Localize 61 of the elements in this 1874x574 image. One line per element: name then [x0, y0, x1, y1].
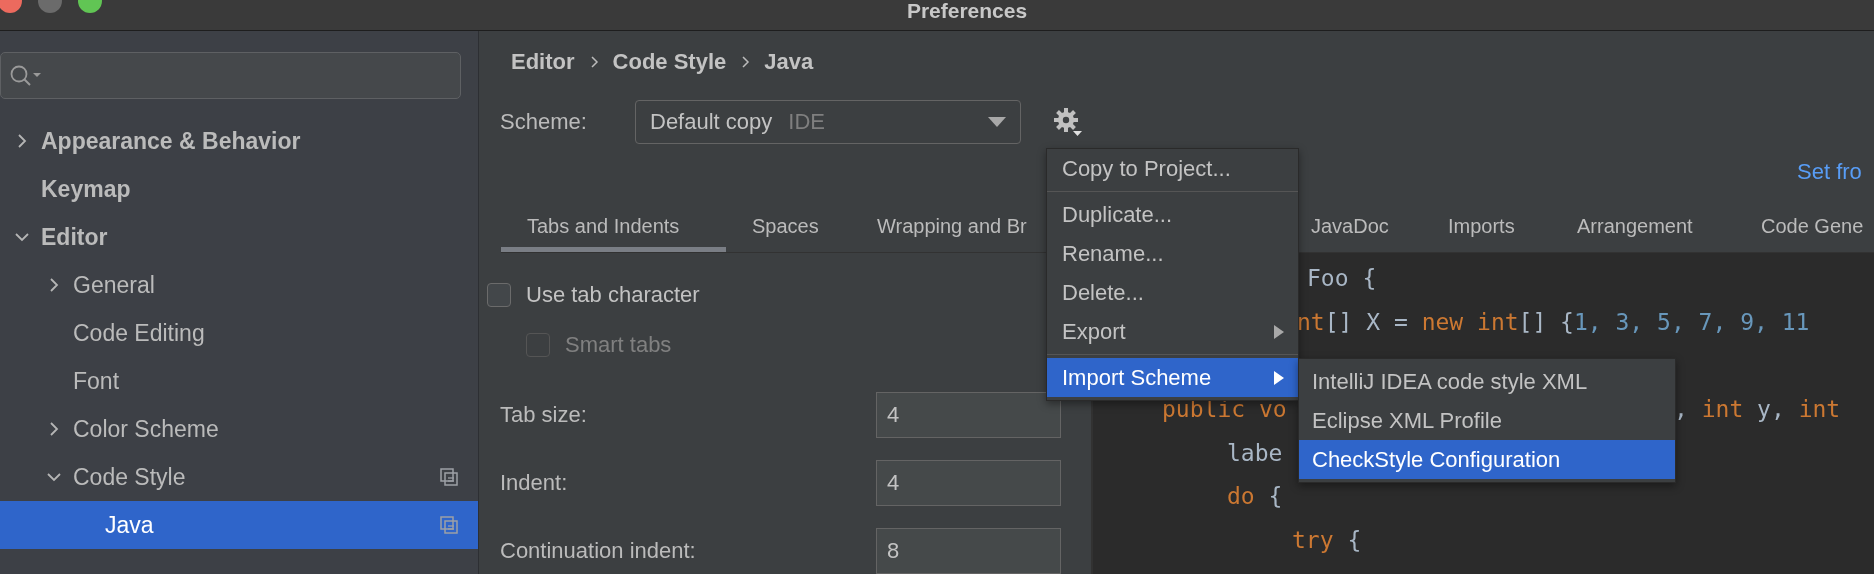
tab[interactable]: Imports: [1422, 200, 1551, 252]
tree-item[interactable]: Editor: [0, 213, 478, 261]
tree-item[interactable]: Code Style: [0, 453, 478, 501]
breadcrumb-item[interactable]: Editor: [511, 48, 575, 75]
tree-label: Appearance & Behavior: [41, 127, 301, 155]
scheme-dropdown[interactable]: Default copy IDE: [635, 99, 1021, 144]
menu-item[interactable]: Eclipse XML Profile: [1299, 401, 1675, 440]
breadcrumb-item[interactable]: Code Style: [612, 48, 727, 75]
tab[interactable]: Tabs and Indents: [501, 200, 726, 252]
tree-label: Color Scheme: [73, 415, 219, 443]
code-text: do {: [1227, 483, 1283, 510]
code-text: labe: [1227, 439, 1283, 466]
number-field[interactable]: 4: [876, 392, 1061, 438]
code-text: nt[] X = new int[] {1, 3, 5, 7, 9, 11: [1297, 308, 1810, 335]
code-text: Foo {: [1307, 264, 1377, 291]
tab[interactable]: Arrangement: [1551, 200, 1735, 252]
number-field[interactable]: 8: [876, 528, 1061, 574]
menu-item[interactable]: Rename...: [1047, 234, 1298, 273]
menu-item[interactable]: Copy to Project...: [1047, 149, 1298, 188]
tree-item[interactable]: Keymap: [0, 165, 478, 213]
tree-item[interactable]: Code Editing: [0, 309, 478, 357]
menu-item[interactable]: IntelliJ IDEA code style XML: [1299, 362, 1675, 401]
code-text: try {: [1292, 526, 1362, 553]
tab[interactable]: Code Gene: [1735, 200, 1874, 252]
chevron-icon: [740, 54, 751, 69]
menu-item[interactable]: Export: [1047, 312, 1298, 351]
checkbox-label: Smart tabs: [565, 332, 672, 358]
menu-item[interactable]: Delete...: [1047, 273, 1298, 312]
tree-label: Font: [73, 367, 120, 395]
tree-label: Keymap: [41, 175, 131, 203]
field-label: Tab size:: [500, 402, 588, 428]
code-text: , int y, int: [1674, 395, 1841, 422]
window-controls-icon[interactable]: [0, 0, 104, 14]
settings-icon[interactable]: [1053, 106, 1083, 137]
tab[interactable]: Spaces: [726, 200, 851, 252]
number-field[interactable]: 4: [876, 460, 1061, 506]
chevron-icon: [588, 54, 599, 69]
checkbox[interactable]: [487, 283, 511, 307]
field-label: Indent:: [500, 470, 569, 496]
menu-item[interactable]: Import Scheme: [1047, 358, 1298, 397]
search-field[interactable]: [0, 52, 461, 99]
caret-icon: [988, 116, 1006, 127]
window-title: Preferences: [906, 0, 1028, 24]
search-icon: [9, 63, 43, 88]
tree-label: Editor: [41, 223, 108, 251]
checkbox-label: Use tab character: [526, 282, 700, 308]
tree-item[interactable]: Appearance & Behavior: [0, 117, 478, 165]
tree-label: Java: [105, 511, 154, 539]
tree-item[interactable]: Java: [0, 501, 478, 549]
tree-item[interactable]: Font: [0, 357, 478, 405]
scheme-label: Scheme:: [500, 108, 588, 135]
menu-item[interactable]: Duplicate...: [1047, 195, 1298, 234]
tree-item[interactable]: General: [0, 261, 478, 309]
field-label: Continuation indent:: [500, 538, 697, 564]
tree-label: General: [73, 271, 155, 299]
tree-label: Code Editing: [73, 319, 205, 347]
tree-label: Code Style: [73, 463, 186, 491]
breadcrumb-item[interactable]: Java: [764, 48, 814, 75]
menu-item[interactable]: CheckStyle Configuration: [1299, 440, 1675, 479]
tree-item[interactable]: Color Scheme: [0, 405, 478, 453]
set-from-link[interactable]: Set fro: [1797, 159, 1862, 186]
